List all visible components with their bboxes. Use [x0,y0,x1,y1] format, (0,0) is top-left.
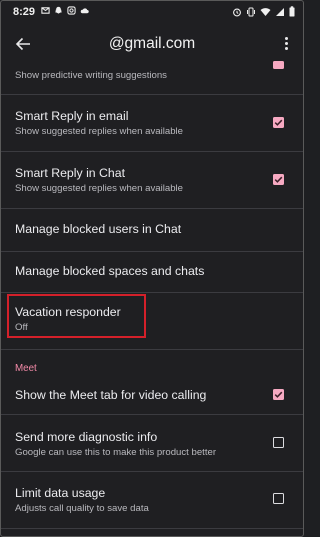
diagnostic-info-checkbox[interactable] [273,437,284,448]
item-title: Smart Reply in email [15,109,129,123]
instagram-icon [67,6,76,15]
gmail-icon [41,7,50,14]
account-title: @gmail.com [108,35,196,52]
limit-data-usage-item[interactable]: Limit data usage Adjusts call quality to… [1,472,303,528]
check-icon [274,391,283,398]
vibrate-icon [247,7,255,16]
predictive-writing-checkbox[interactable] [273,61,284,69]
meet-tab-checkbox[interactable] [273,389,284,400]
settings-screen: 8:29 @gmail.com Show predictive writing … [0,0,304,537]
check-icon [274,119,283,126]
app-bar: @gmail.com [1,29,303,61]
meet-tab-item[interactable]: Show the Meet tab for video calling [1,377,303,413]
cloud-icon [80,8,89,14]
notification-icons [41,6,89,15]
divider [1,349,303,350]
snapchat-icon [54,6,63,14]
divider [1,528,303,529]
battery-icon [289,6,295,17]
item-title: Send more diagnostic info [15,430,158,444]
blocked-spaces-item[interactable]: Manage blocked spaces and chats [1,252,303,292]
check-icon [274,176,283,183]
smart-reply-email-item[interactable]: Smart Reply in email Show suggested repl… [1,95,303,151]
item-title: Show the Meet tab for video calling [15,388,207,402]
item-subtitle: Show suggested replies when available [15,183,183,194]
limit-data-usage-checkbox[interactable] [273,493,284,504]
wifi-icon [260,7,271,16]
diagnostic-info-item[interactable]: Send more diagnostic info Google can use… [1,415,303,471]
blocked-users-item[interactable]: Manage blocked users in Chat [1,209,303,251]
status-time: 8:29 [13,6,36,18]
signal-icon [276,7,284,16]
predictive-writing-item[interactable]: Show predictive writing suggestions [1,61,303,93]
item-subtitle: Adjusts call quality to save data [15,503,149,514]
status-bar: 8:29 [1,1,303,23]
system-icons [232,6,295,17]
smart-reply-chat-item[interactable]: Smart Reply in Chat Show suggested repli… [1,152,303,208]
item-subtitle: Show predictive writing suggestions [15,70,167,81]
item-title: Manage blocked spaces and chats [15,264,205,278]
highlight-box [7,294,146,338]
smart-reply-chat-checkbox[interactable] [273,174,284,185]
meet-section-label: Meet [15,363,37,374]
item-title: Manage blocked users in Chat [15,222,182,236]
alarm-icon [233,8,241,16]
item-title: Smart Reply in Chat [15,166,126,180]
more-options-icon[interactable] [283,37,289,53]
smart-reply-email-checkbox[interactable] [273,117,284,128]
item-subtitle: Show suggested replies when available [15,126,183,137]
item-subtitle: Google can use this to make this product… [15,447,217,458]
item-title: Limit data usage [15,486,106,500]
